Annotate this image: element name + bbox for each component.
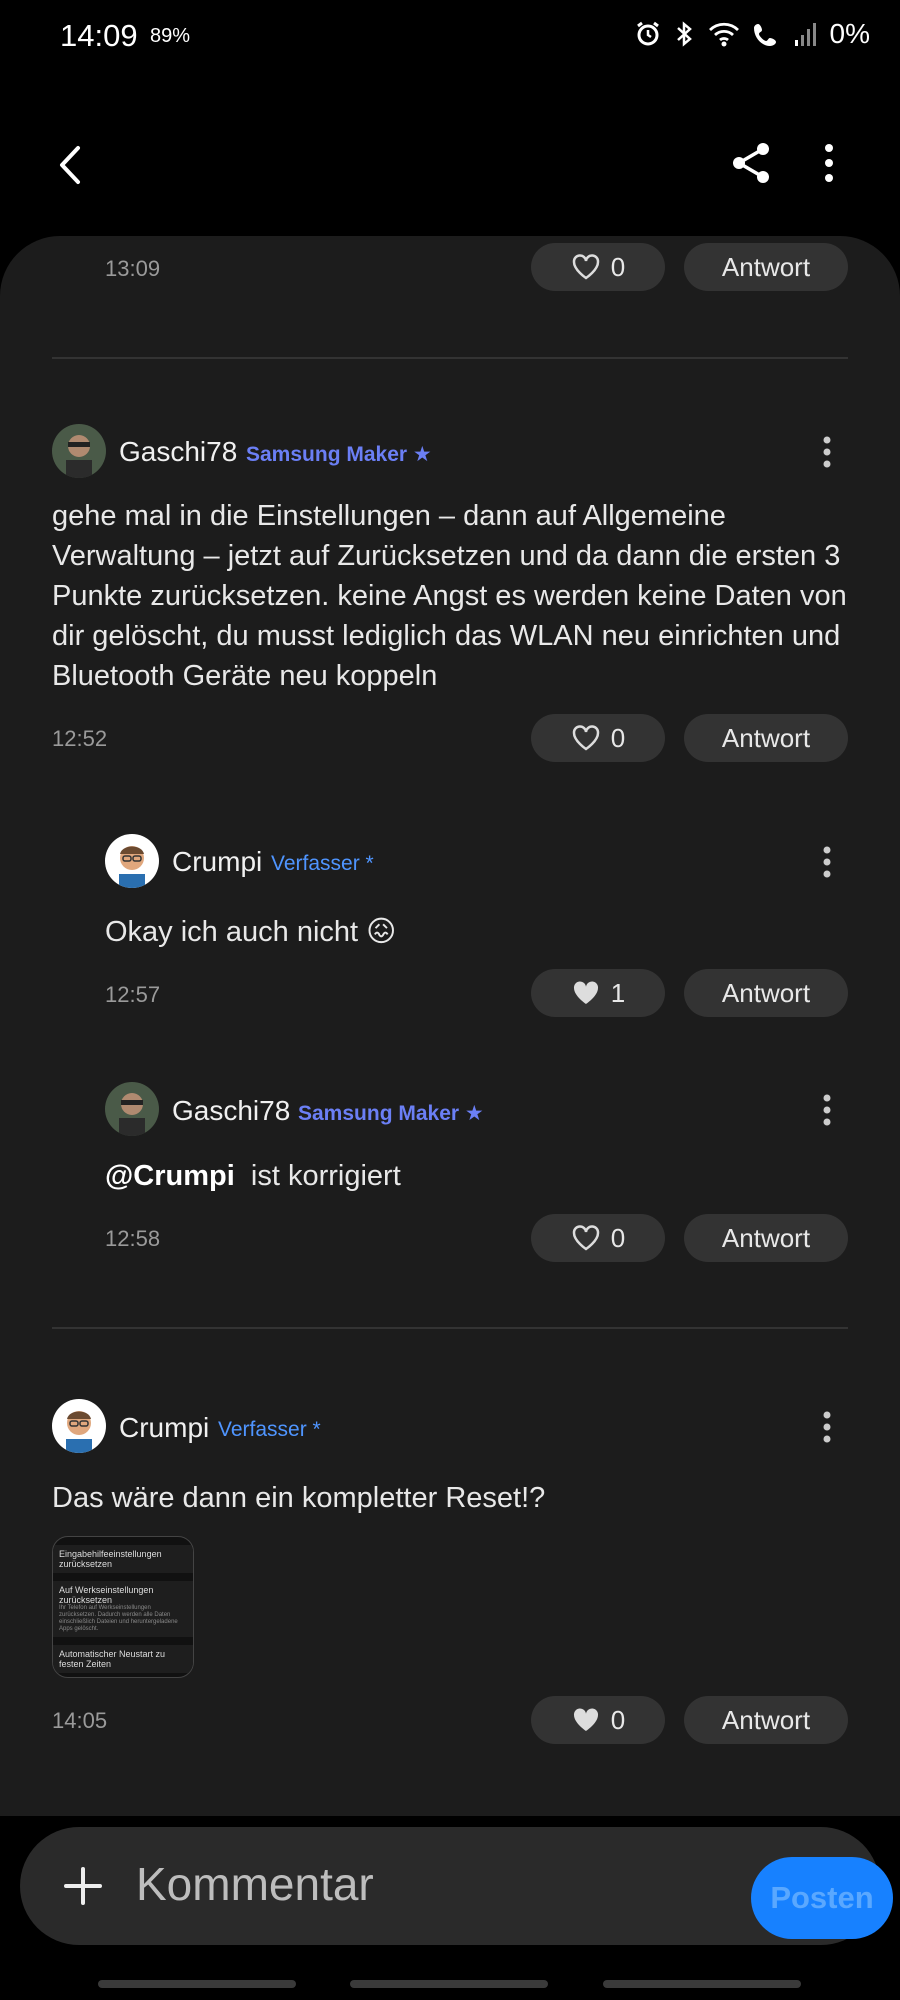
- maker-badge: Samsung Maker ★: [246, 443, 432, 466]
- comment-text: Das wäre dann ein kompletter Reset!?: [52, 1482, 546, 1514]
- status-bar: 14:09 89% 0%: [0, 0, 900, 80]
- heart-outline-icon: [572, 1225, 600, 1251]
- wifi-icon: [708, 22, 739, 47]
- like-button[interactable]: 0: [531, 243, 665, 291]
- comment-time: 12:52: [52, 726, 108, 751]
- reply-button[interactable]: Antwort: [684, 969, 848, 1017]
- share-icon[interactable]: [728, 140, 774, 186]
- wifi-calling-icon: [753, 24, 776, 46]
- heart-filled-icon: [573, 981, 598, 1004]
- status-icons: 0%: [634, 18, 870, 50]
- like-count: 0: [610, 1222, 626, 1253]
- more-vertical-icon[interactable]: [806, 140, 852, 186]
- navigation-bar: [0, 1970, 900, 2000]
- chevron-left-icon[interactable]: [48, 142, 94, 188]
- like-button[interactable]: 0: [531, 1214, 665, 1262]
- post-button[interactable]: Posten: [751, 1857, 893, 1939]
- comment-time: 12:57: [105, 982, 161, 1007]
- more-vertical-icon[interactable]: [812, 1090, 842, 1130]
- more-vertical-icon[interactable]: [812, 842, 842, 882]
- attachment-line: Auf Werkseinstellungen zurücksetzen: [59, 1585, 154, 1605]
- reply-button[interactable]: Antwort: [684, 1214, 848, 1262]
- heart-filled-icon: [573, 1708, 598, 1731]
- comment-time: 14:05: [52, 1708, 108, 1733]
- more-vertical-icon[interactable]: [812, 432, 842, 472]
- alarm-icon: [636, 21, 659, 46]
- comment-composer: Posten: [20, 1827, 893, 1945]
- username[interactable]: Crumpi: [119, 1412, 209, 1444]
- attachment-thumbnail[interactable]: Eingabehilfeeinstellungen zurücksetzen A…: [52, 1536, 194, 1678]
- heart-outline-icon: [572, 254, 600, 280]
- signal-icon: [794, 23, 816, 46]
- comment-time: 13:09: [105, 256, 161, 281]
- like-button[interactable]: 0: [531, 714, 665, 762]
- comment-text: Okay ich auch nicht 😖: [105, 916, 397, 948]
- comment-text: @Crumpi ist korrigiert: [105, 1156, 845, 1196]
- like-count: 1: [610, 977, 626, 1008]
- username[interactable]: Crumpi: [172, 846, 262, 878]
- maker-badge: Samsung Maker ★: [298, 1102, 484, 1125]
- attachment-subtext: Ihr Telefon auf Werkseinstellungen zurüc…: [59, 1605, 178, 1632]
- avatar[interactable]: [52, 1399, 106, 1453]
- plus-icon[interactable]: [60, 1863, 106, 1909]
- reply-button[interactable]: Antwort: [684, 1696, 848, 1744]
- status-battery-level-small: 89%: [150, 25, 191, 47]
- nav-home-handle[interactable]: [350, 1980, 548, 1988]
- divider: [52, 357, 848, 359]
- like-count: 0: [610, 1704, 626, 1735]
- status-time: 14:09: [60, 18, 138, 53]
- mention-link[interactable]: @Crumpi: [105, 1160, 235, 1192]
- nav-recents-handle[interactable]: [98, 1980, 296, 1988]
- divider: [52, 1327, 848, 1329]
- bluetooth-icon: [676, 21, 692, 47]
- username[interactable]: Gaschi78: [119, 436, 237, 468]
- comment-input[interactable]: [136, 1849, 696, 1919]
- attachment-line: Automatischer Neustart zu festen Zeiten: [53, 1645, 193, 1673]
- avatar[interactable]: [105, 1082, 159, 1136]
- like-button[interactable]: 0: [531, 1696, 665, 1744]
- username[interactable]: Gaschi78: [172, 1095, 290, 1127]
- comment-time: 12:58: [105, 1226, 161, 1251]
- like-count: 0: [610, 251, 626, 282]
- attachment-line: Eingabehilfeeinstellungen zurücksetzen: [53, 1545, 193, 1573]
- reply-button[interactable]: Antwort: [684, 243, 848, 291]
- status-battery-percent: 0%: [829, 18, 870, 49]
- more-vertical-icon[interactable]: [812, 1407, 842, 1447]
- comment-text: gehe mal in die Einstellungen – dann auf…: [52, 500, 847, 692]
- heart-outline-icon: [572, 725, 600, 751]
- like-count: 0: [610, 722, 626, 753]
- comment-text-body: ist korrigiert: [250, 1160, 401, 1192]
- app-header: [0, 120, 900, 210]
- author-badge: Verfasser *: [271, 852, 374, 875]
- avatar[interactable]: [52, 424, 106, 478]
- avatar[interactable]: [105, 834, 159, 888]
- like-button[interactable]: 1: [531, 969, 665, 1017]
- reply-button[interactable]: Antwort: [684, 714, 848, 762]
- author-badge: Verfasser *: [218, 1418, 321, 1441]
- nav-back-handle[interactable]: [603, 1980, 801, 1988]
